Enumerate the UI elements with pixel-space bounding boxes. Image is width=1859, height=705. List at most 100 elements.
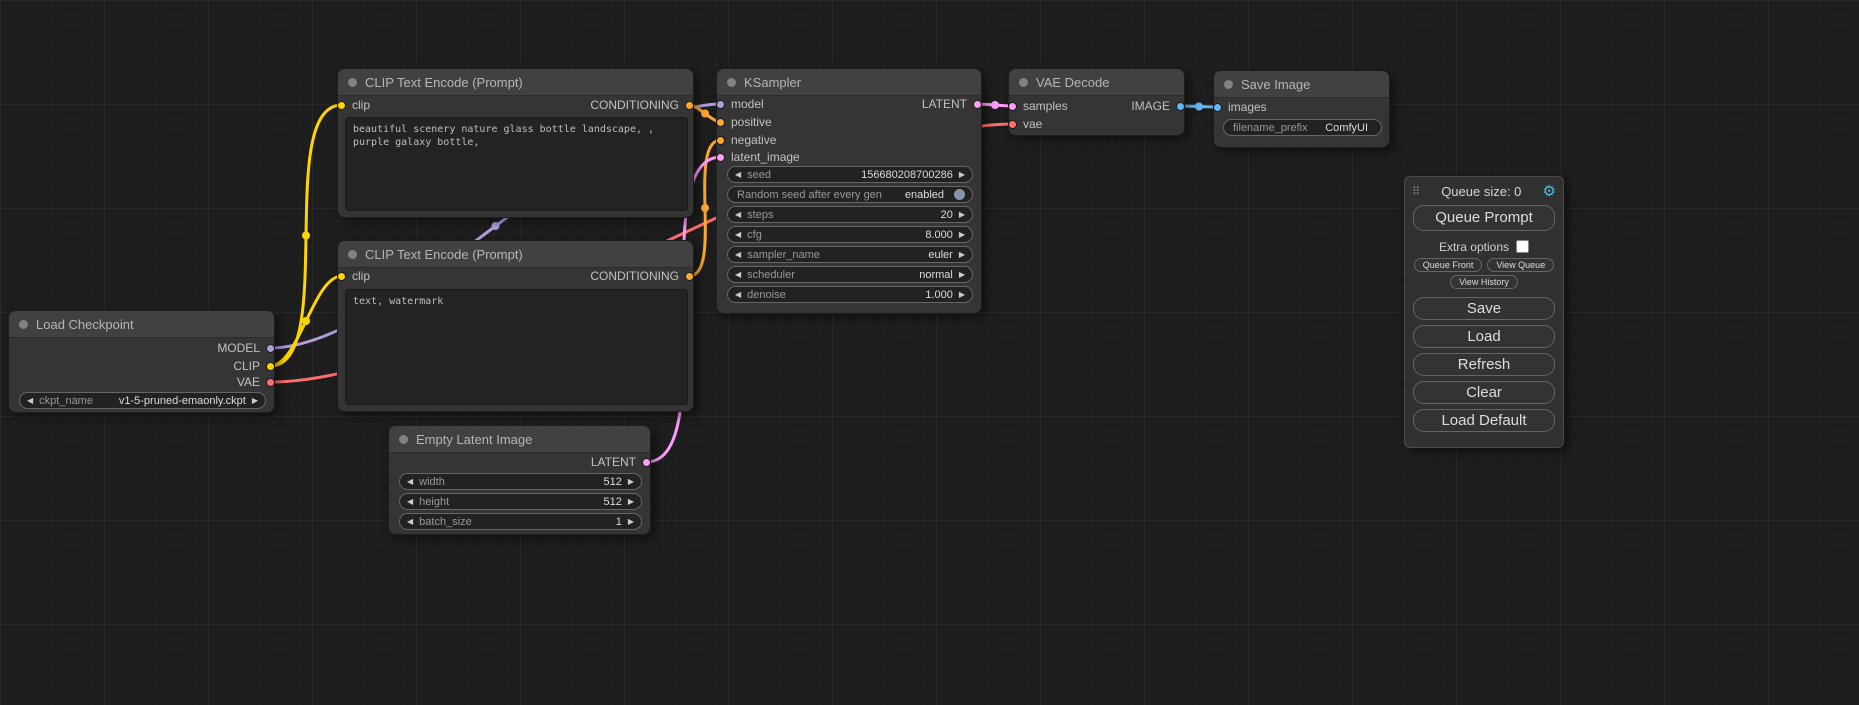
scheduler-widget[interactable]: ◀ scheduler normal ▶ [727,266,973,283]
arrow-left-icon[interactable]: ◀ [735,291,741,299]
node-title-bar[interactable]: CLIP Text Encode (Prompt) [338,69,693,96]
collapse-dot-icon[interactable] [348,250,357,259]
model-input-dot[interactable] [716,100,725,109]
model-output-dot[interactable] [266,344,275,353]
widget-value: 20 [941,209,953,221]
node-title-bar[interactable]: Save Image [1214,71,1389,98]
filename-prefix-widget[interactable]: filename_prefix ComfyUI [1223,119,1382,136]
widget-value: enabled [905,189,944,201]
node-title-bar[interactable]: Empty Latent Image [389,426,650,453]
latent-image-input-dot[interactable] [716,153,725,162]
ksampler-node[interactable]: KSampler model positive negative latent_… [716,68,982,314]
collapse-dot-icon[interactable] [399,435,408,444]
widget-label: sampler_name [747,249,820,261]
settings-gear-icon[interactable]: ⚙ [1543,184,1556,199]
random-seed-toggle-widget[interactable]: Random seed after every gen enabled [727,186,973,203]
image-output-dot[interactable] [1176,102,1185,111]
node-title-bar[interactable]: Load Checkpoint [9,311,274,338]
view-history-button[interactable]: View History [1450,275,1518,289]
extra-options-label: Extra options [1439,240,1509,254]
vae-output-dot[interactable] [266,378,275,387]
arrow-right-icon[interactable]: ▶ [959,171,965,179]
queue-size-label: Queue size: 0 [1420,184,1542,199]
collapse-dot-icon[interactable] [1019,78,1028,87]
widget-label: filename_prefix [1233,122,1308,134]
positive-prompt-textarea[interactable]: beautiful scenery nature glass bottle la… [345,117,688,211]
arrow-right-icon[interactable]: ▶ [959,271,965,279]
drag-handle-icon[interactable]: ⠿ [1412,185,1420,198]
arrow-left-icon[interactable]: ◀ [407,478,413,486]
vae-input-dot[interactable] [1008,120,1017,129]
arrow-right-icon[interactable]: ▶ [628,478,634,486]
conditioning-output-dot[interactable] [685,101,694,110]
negative-prompt-textarea[interactable]: text, watermark [345,289,688,405]
toggle-on-icon[interactable] [954,189,965,200]
clip-input-dot[interactable] [337,272,346,281]
arrow-left-icon[interactable]: ◀ [407,498,413,506]
ckpt-name-widget[interactable]: ◀ ckpt_name v1-5-pruned-emaonly.ckpt ▶ [19,392,266,409]
widget-value: 1 [616,516,622,528]
model-input-label: model [731,98,764,111]
width-widget[interactable]: ◀ width 512 ▶ [399,473,642,490]
save-image-node[interactable]: Save Image images filename_prefix ComfyU… [1213,70,1390,148]
view-queue-button[interactable]: View Queue [1487,258,1554,272]
clip-output-dot[interactable] [266,362,275,371]
queue-prompt-button[interactable]: Queue Prompt [1413,205,1555,231]
arrow-right-icon[interactable]: ▶ [628,498,634,506]
node-title-bar[interactable]: CLIP Text Encode (Prompt) [338,241,693,268]
arrow-left-icon[interactable]: ◀ [735,251,741,259]
negative-input-dot[interactable] [716,136,725,145]
arrow-right-icon[interactable]: ▶ [959,251,965,259]
widget-label: steps [747,209,773,221]
arrow-left-icon[interactable]: ◀ [735,171,741,179]
samples-input-dot[interactable] [1008,102,1017,111]
widget-label: batch_size [419,516,472,528]
clip-text-encode-negative-node[interactable]: CLIP Text Encode (Prompt) clip CONDITION… [337,240,694,412]
arrow-right-icon[interactable]: ▶ [628,518,634,526]
arrow-right-icon[interactable]: ▶ [959,231,965,239]
arrow-left-icon[interactable]: ◀ [735,271,741,279]
conditioning-output-dot[interactable] [685,272,694,281]
arrow-right-icon[interactable]: ▶ [959,291,965,299]
images-input-dot[interactable] [1213,103,1222,112]
clip-input-dot[interactable] [337,101,346,110]
height-widget[interactable]: ◀ height 512 ▶ [399,493,642,510]
collapse-dot-icon[interactable] [1224,80,1233,89]
arrow-left-icon[interactable]: ◀ [407,518,413,526]
cfg-widget[interactable]: ◀ cfg 8.000 ▶ [727,226,973,243]
positive-input-dot[interactable] [716,118,725,127]
node-title-bar[interactable]: KSampler [717,69,981,96]
clear-button[interactable]: Clear [1413,381,1555,404]
widget-value: 512 [603,496,621,508]
steps-widget[interactable]: ◀ steps 20 ▶ [727,206,973,223]
arrow-right-icon[interactable]: ▶ [252,397,258,405]
clip-text-encode-positive-node[interactable]: CLIP Text Encode (Prompt) clip CONDITION… [337,68,694,218]
arrow-right-icon[interactable]: ▶ [959,211,965,219]
arrow-left-icon[interactable]: ◀ [735,231,741,239]
node-title: VAE Decode [1036,75,1109,90]
latent-output-dot[interactable] [642,458,651,467]
node-title-bar[interactable]: VAE Decode [1009,69,1184,96]
sampler-name-widget[interactable]: ◀ sampler_name euler ▶ [727,246,973,263]
latent-output-dot[interactable] [973,100,982,109]
extra-options-checkbox[interactable] [1516,240,1529,253]
collapse-dot-icon[interactable] [727,78,736,87]
collapse-dot-icon[interactable] [19,320,28,329]
empty-latent-image-node[interactable]: Empty Latent Image LATENT ◀ width 512 ▶ … [388,425,651,535]
refresh-button[interactable]: Refresh [1413,353,1555,376]
denoise-widget[interactable]: ◀ denoise 1.000 ▶ [727,286,973,303]
seed-widget[interactable]: ◀ seed 156680208700286 ▶ [727,166,973,183]
queue-front-button[interactable]: Queue Front [1414,258,1483,272]
load-button[interactable]: Load [1413,325,1555,348]
wire-midpoint-dot [991,101,999,109]
vae-decode-node[interactable]: VAE Decode samples vae IMAGE [1008,68,1185,136]
load-checkpoint-node[interactable]: Load Checkpoint MODEL CLIP VAE ◀ ckpt_na… [8,310,275,413]
widget-value: 156680208700286 [861,169,953,181]
wire-midpoint-dot [1195,103,1203,111]
arrow-left-icon[interactable]: ◀ [735,211,741,219]
load-default-button[interactable]: Load Default [1413,409,1555,432]
batch-size-widget[interactable]: ◀ batch_size 1 ▶ [399,513,642,530]
save-button[interactable]: Save [1413,297,1555,320]
arrow-left-icon[interactable]: ◀ [27,397,33,405]
collapse-dot-icon[interactable] [348,78,357,87]
